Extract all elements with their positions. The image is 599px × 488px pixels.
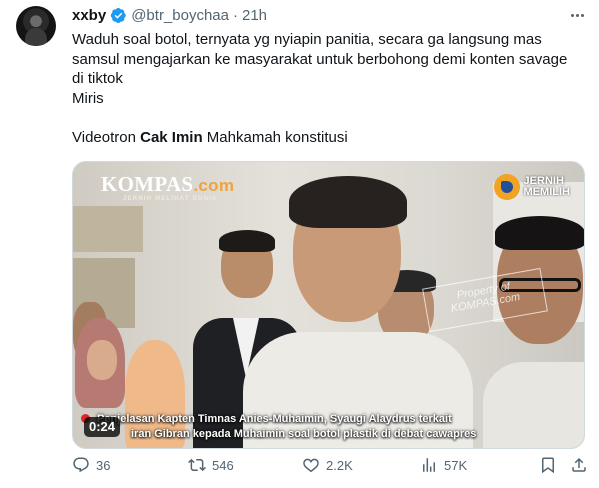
retweet-count: 546	[212, 457, 234, 473]
views-button[interactable]: 57K	[420, 455, 467, 475]
share-button[interactable]	[570, 455, 588, 475]
text-segment: Videotron	[72, 128, 141, 146]
video-caption: Penjelasan Kapten Timnas Anies-Muhaimin,…	[73, 412, 584, 442]
tweet-timestamp[interactable]: 21h	[242, 7, 267, 24]
jernih-memilih-badge: JERNIH MEMILIH	[493, 174, 570, 200]
bookmark-button[interactable]	[539, 455, 557, 475]
tweet-text-line: Waduh soal botol, ternyata yg nyiapin pa…	[72, 31, 542, 48]
like-icon	[303, 458, 319, 473]
like-count: 2.2K	[326, 457, 353, 473]
share-icon	[572, 457, 586, 472]
text-bold-segment: Cak Imin	[140, 128, 203, 146]
logo-domain: .com	[193, 176, 235, 195]
reply-button[interactable]: 36	[72, 455, 110, 475]
views-icon	[423, 458, 435, 472]
views-count: 57K	[444, 457, 468, 473]
badge-logo-icon	[493, 174, 520, 200]
tweet-text-line: samsul mengajarkan ke masyarakat untuk b…	[72, 50, 568, 68]
author-name[interactable]: xxby	[72, 7, 106, 24]
retweet-icon	[188, 458, 206, 472]
text-segment: Mahkamah konstitusi	[202, 128, 348, 146]
logo-text: KOMPAS	[101, 172, 194, 196]
tweet-text-line: Videotron Cak Imin Mahkamah konstitusi	[72, 128, 587, 148]
tweet-actions: 36 546 2.2K 57K	[72, 455, 587, 475]
retweet-button[interactable]: 546	[188, 455, 234, 475]
separator-dot: ·	[233, 6, 238, 24]
like-button[interactable]: 2.2K	[302, 455, 353, 475]
tweet-text: Waduh soal botol, ternyata yg nyiapin pa…	[72, 30, 587, 147]
video-duration: 0:24	[84, 417, 121, 437]
tweet-text-line: Miris	[72, 89, 104, 107]
more-icon[interactable]	[567, 5, 587, 25]
verified-badge-icon	[110, 7, 127, 24]
reply-icon	[73, 457, 89, 473]
caption-line: iran Gibran kepada Muhaimin soal botol p…	[131, 428, 477, 440]
video-player[interactable]: KOMPAS.com JERNIH MELIHAT DUNIA JERNIH M…	[72, 161, 585, 449]
author-handle[interactable]: @btr_boychaa	[131, 7, 229, 24]
kompas-logo: KOMPAS.com JERNIH MELIHAT DUNIA	[101, 172, 234, 202]
caption-line: Penjelasan Kapten Timnas Anies-Muhaimin,…	[97, 413, 452, 425]
tweet-header: xxby @btr_boychaa · 21h	[72, 5, 587, 25]
reply-count: 36	[96, 457, 111, 473]
badge-text-line: MEMILIH	[523, 186, 570, 198]
tweet-text-line: di tiktok	[72, 70, 123, 87]
avatar[interactable]	[16, 6, 56, 46]
bookmark-icon	[542, 457, 554, 474]
